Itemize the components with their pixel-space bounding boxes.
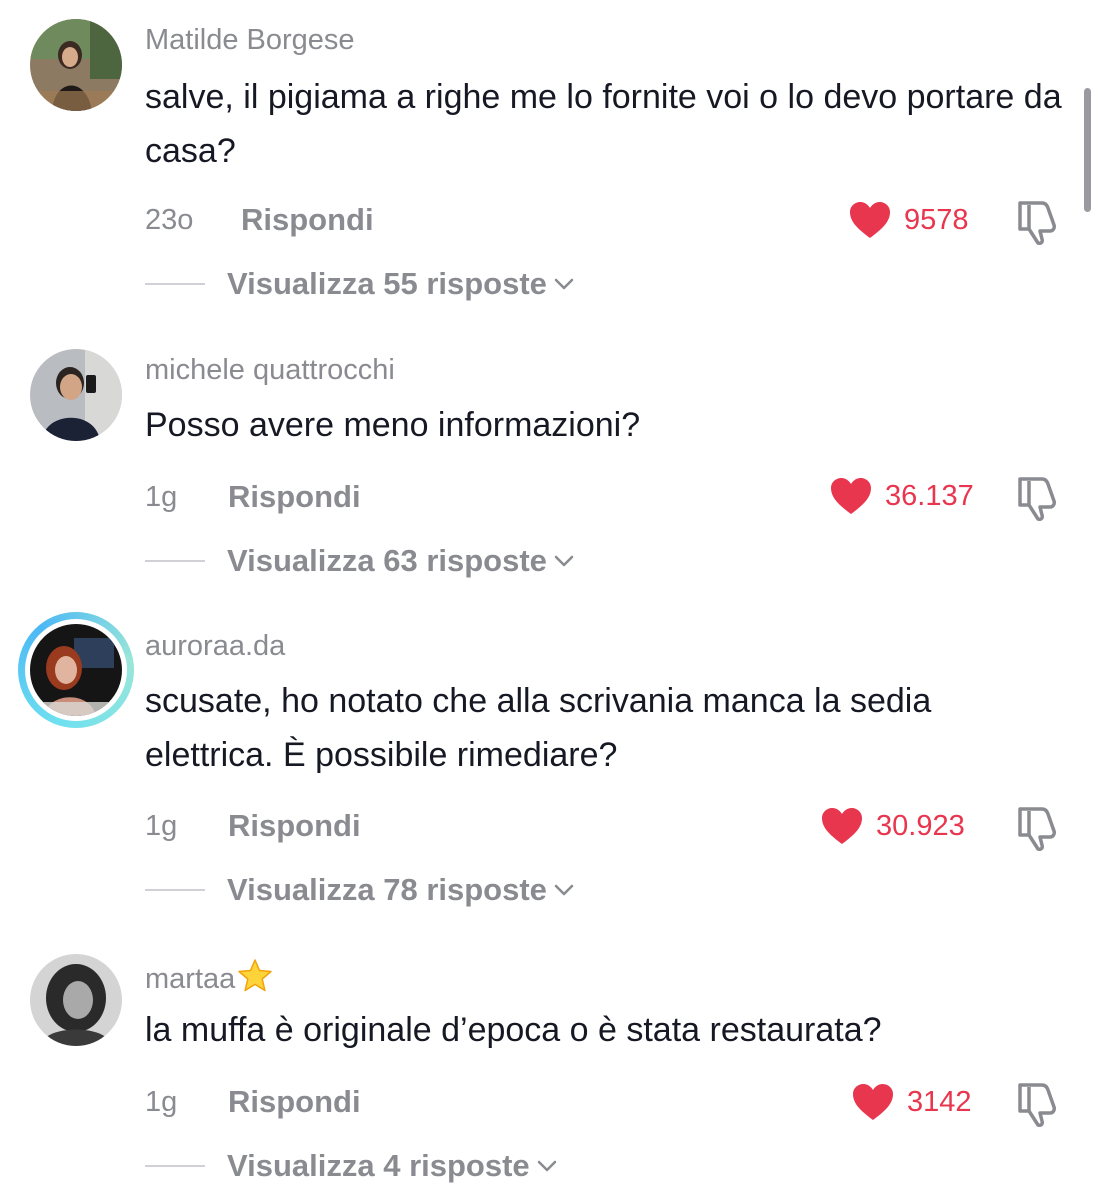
- avatar-photo: [30, 19, 122, 111]
- heart-icon: [850, 202, 890, 238]
- thumbs-down-icon[interactable]: [1014, 805, 1058, 851]
- view-replies-label: Visualizza 4 risposte: [227, 1148, 530, 1183]
- chevron-down-icon: [537, 1160, 556, 1172]
- avatar-photo: [30, 624, 122, 716]
- divider: [145, 560, 205, 562]
- view-replies-label: Visualizza 63 risposte: [227, 543, 547, 578]
- like-button[interactable]: 30.923: [820, 806, 965, 846]
- view-replies-button[interactable]: Visualizza 78 risposte: [145, 872, 575, 908]
- avatar: [30, 624, 122, 716]
- thumbs-down-icon[interactable]: [1014, 475, 1058, 521]
- avatar[interactable]: [30, 349, 122, 441]
- chevron-down-icon: [554, 555, 574, 567]
- divider: [145, 889, 205, 891]
- like-button[interactable]: 3142: [851, 1082, 972, 1122]
- avatar-photo: [30, 954, 122, 1046]
- heart-icon: [853, 1084, 893, 1120]
- thumbs-down-icon[interactable]: [1014, 199, 1058, 245]
- chevron-down-icon: [554, 278, 574, 290]
- like-count: 36.137: [885, 479, 974, 512]
- star-emoji-icon: [238, 959, 273, 992]
- like-count: 30.923: [876, 809, 965, 842]
- view-replies-button[interactable]: Visualizza 4 risposte: [145, 1148, 558, 1184]
- reply-button[interactable]: Rispondi: [228, 1084, 361, 1120]
- view-replies-label: Visualizza 78 risposte: [227, 872, 547, 907]
- avatar-photo: [30, 349, 122, 441]
- divider: [145, 283, 205, 285]
- like-button[interactable]: 9578: [848, 200, 969, 240]
- heart-icon: [831, 478, 871, 514]
- comment-timestamp: 23o: [145, 204, 194, 236]
- divider: [145, 1165, 205, 1167]
- comment-text: salve, il pigiama a righe me lo fornite …: [145, 78, 1062, 170]
- view-replies-label: Visualizza 55 risposte: [227, 266, 547, 301]
- comment-username[interactable]: martaa: [145, 958, 273, 996]
- comment-timestamp: 1g: [145, 1086, 178, 1118]
- reply-button[interactable]: Rispondi: [228, 808, 361, 844]
- reply-button[interactable]: Rispondi: [228, 479, 361, 515]
- like-count: 3142: [907, 1085, 972, 1118]
- view-replies-button[interactable]: Visualizza 55 risposte: [145, 266, 575, 302]
- thumbs-down-icon[interactable]: [1014, 1081, 1058, 1127]
- like-button[interactable]: 36.137: [829, 476, 974, 516]
- username-text: martaa: [145, 963, 236, 995]
- comment-username[interactable]: michele quattrocchi: [145, 354, 395, 387]
- comment-username[interactable]: auroraa.da: [145, 630, 285, 663]
- view-replies-button[interactable]: Visualizza 63 risposte: [145, 543, 575, 579]
- comment-timestamp: 1g: [145, 810, 178, 842]
- comment-username[interactable]: Matilde Borgese: [145, 24, 355, 57]
- comment-text: scusate, ho notato che alla scrivania ma…: [145, 682, 932, 774]
- heart-icon: [822, 808, 862, 844]
- chevron-down-icon: [554, 884, 574, 896]
- like-count: 9578: [904, 203, 969, 236]
- comment-timestamp: 1g: [145, 481, 178, 513]
- avatar-story-ring[interactable]: [18, 612, 134, 728]
- comment-text: la muffa è originale d’epoca o è stata r…: [145, 1011, 882, 1049]
- reply-button[interactable]: Rispondi: [241, 202, 374, 238]
- avatar[interactable]: [30, 19, 122, 111]
- avatar[interactable]: [30, 954, 122, 1046]
- comment-text: Posso avere meno informazioni?: [145, 406, 641, 444]
- scrollbar[interactable]: [1084, 88, 1091, 212]
